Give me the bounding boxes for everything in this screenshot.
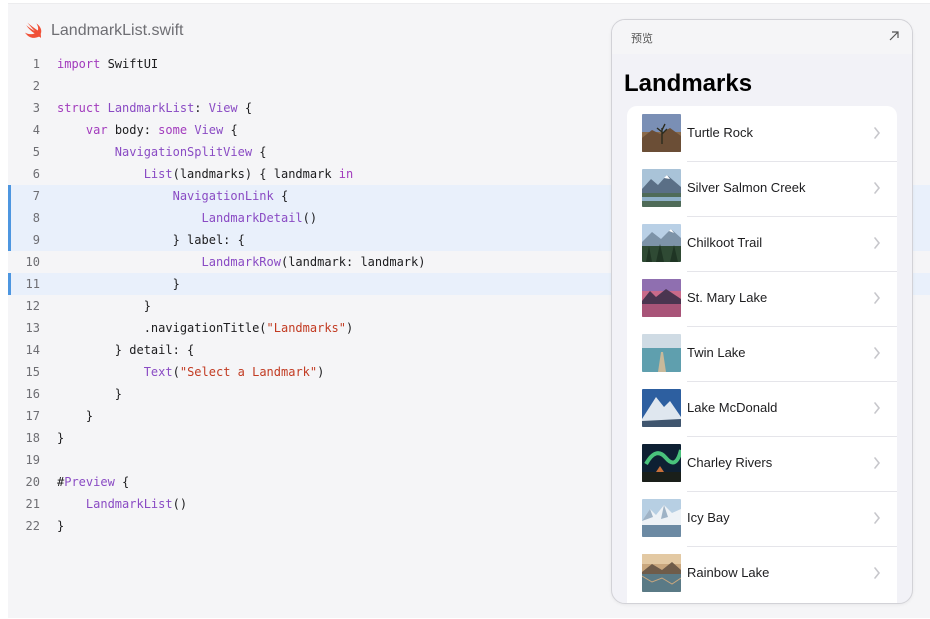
code-text[interactable]: } xyxy=(57,405,93,427)
code-text[interactable]: } xyxy=(57,273,180,295)
landmark-row[interactable]: Icy Bay xyxy=(627,491,897,546)
code-text[interactable]: List(landmarks) { landmark in xyxy=(57,163,354,185)
landmark-list: Turtle Rock Silver Salmon Creek Chilkoot T… xyxy=(627,106,897,603)
landmark-name: Lake McDonald xyxy=(687,400,778,415)
code-text[interactable]: Text("Select a Landmark") xyxy=(57,361,325,383)
landmark-name: Icy Bay xyxy=(687,510,730,525)
code-text[interactable]: .navigationTitle("Landmarks") xyxy=(57,317,354,339)
chevron-right-icon xyxy=(874,127,881,139)
landmark-thumbnail xyxy=(642,499,681,537)
landmark-row[interactable]: Twin Lake xyxy=(627,326,897,381)
code-text[interactable]: struct LandmarkList: View { xyxy=(57,97,252,119)
line-number: 21 xyxy=(25,497,40,511)
landmark-thumbnail xyxy=(642,444,681,482)
code-text[interactable]: } xyxy=(57,515,64,537)
landmark-row[interactable]: Rainbow Lake xyxy=(627,546,897,601)
swift-icon xyxy=(25,22,42,39)
chevron-right-icon xyxy=(874,512,881,524)
landmark-thumbnail xyxy=(642,224,681,262)
landmark-name: St. Mary Lake xyxy=(687,290,768,305)
line-number: 16 xyxy=(25,387,40,401)
landmark-thumbnail xyxy=(642,554,681,592)
line-number: 10 xyxy=(25,255,40,269)
editor-area: LandmarkList.swift 1 import SwiftUI 2 3 stru… xyxy=(8,3,930,618)
line-number: 7 xyxy=(32,189,40,203)
landmark-thumbnail xyxy=(642,334,681,372)
chevron-right-icon xyxy=(874,567,881,579)
file-header: LandmarkList.swift xyxy=(24,18,184,44)
landmark-name: Charley Rivers xyxy=(687,455,773,470)
landmark-thumbnail xyxy=(642,114,681,152)
code-text[interactable]: LandmarkDetail() xyxy=(57,207,318,229)
code-text[interactable]: LandmarkList() xyxy=(57,493,187,515)
code-text[interactable]: LandmarkRow(landmark: landmark) xyxy=(57,251,426,273)
chevron-right-icon xyxy=(874,292,881,304)
line-number: 13 xyxy=(25,321,40,335)
code-text[interactable]: NavigationLink { xyxy=(57,185,289,207)
code-text[interactable]: } detail: { xyxy=(57,339,194,361)
landmark-row[interactable]: Chilkoot Trail xyxy=(627,216,897,271)
landmark-name: Turtle Rock xyxy=(687,125,753,140)
line-number: 6 xyxy=(32,167,40,181)
preview-header: 预览 xyxy=(612,20,912,54)
chevron-right-icon xyxy=(874,182,881,194)
landmark-name: Silver Salmon Creek xyxy=(687,180,806,195)
line-number: 8 xyxy=(32,211,40,225)
file-name[interactable]: LandmarkList.swift xyxy=(51,22,184,40)
line-number: 17 xyxy=(25,409,40,423)
chevron-right-icon xyxy=(874,237,881,249)
line-number: 5 xyxy=(32,145,40,159)
line-number: 2 xyxy=(32,79,40,93)
line-number: 4 xyxy=(32,123,40,137)
chevron-right-icon xyxy=(874,347,881,359)
navigation-title: Landmarks xyxy=(624,70,753,97)
line-number: 20 xyxy=(25,475,40,489)
line-number: 18 xyxy=(25,431,40,445)
preview-label: 预览 xyxy=(631,32,653,45)
code-text[interactable]: } xyxy=(57,295,151,317)
landmark-name: Rainbow Lake xyxy=(687,565,770,580)
code-text[interactable]: } xyxy=(57,427,64,449)
chevron-right-icon xyxy=(874,402,881,414)
landmark-row[interactable]: St. Mary Lake xyxy=(627,271,897,326)
landmark-name: Chilkoot Trail xyxy=(687,235,763,250)
landmark-row[interactable]: Turtle Rock xyxy=(627,106,897,161)
landmark-thumbnail xyxy=(642,389,681,427)
arrow-up-right-icon[interactable] xyxy=(888,30,900,42)
landmark-row[interactable]: Charley Rivers xyxy=(627,436,897,491)
landmark-row[interactable]: Silver Salmon Creek xyxy=(627,161,897,216)
landmark-thumbnail xyxy=(642,169,681,207)
code-text[interactable]: } xyxy=(57,383,122,405)
landmark-row[interactable]: Lake McDonald xyxy=(627,381,897,436)
code-text[interactable]: import SwiftUI xyxy=(57,53,158,75)
line-number: 19 xyxy=(25,453,40,467)
line-number: 3 xyxy=(32,101,40,115)
line-number: 11 xyxy=(25,277,40,291)
line-number: 22 xyxy=(25,519,40,533)
line-number: 12 xyxy=(25,299,40,313)
code-text[interactable]: var body: some View { xyxy=(57,119,238,141)
line-number: 9 xyxy=(32,233,40,247)
code-text[interactable]: NavigationSplitView { xyxy=(57,141,267,163)
line-number: 15 xyxy=(25,365,40,379)
code-text[interactable]: #Preview { xyxy=(57,471,129,493)
line-number: 1 xyxy=(32,57,40,71)
chevron-right-icon xyxy=(874,457,881,469)
line-number: 14 xyxy=(25,343,40,357)
landmark-thumbnail xyxy=(642,279,681,317)
preview-panel: 预览 Landmarks Turtle Rock Silver Salmon Cr… xyxy=(611,19,913,604)
code-text[interactable]: } label: { xyxy=(57,229,245,251)
landmark-name: Twin Lake xyxy=(687,345,746,360)
